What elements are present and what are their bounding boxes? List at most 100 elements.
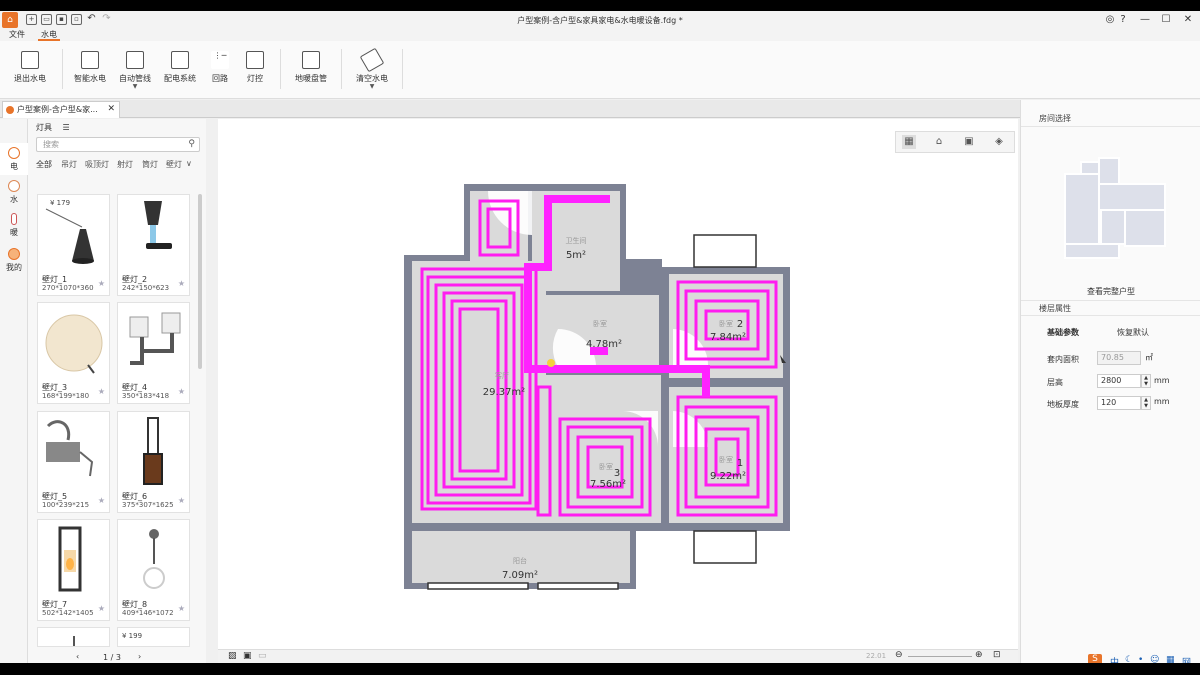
inner-area-unit: ㎡ <box>1145 353 1153 362</box>
favorite-star-icon[interactable]: ★ <box>98 387 105 396</box>
product-card[interactable]: ¥ 199 <box>117 627 190 647</box>
product-card[interactable]: 壁灯_7 502*142*1405 ★ <box>37 519 110 621</box>
room-label: 卧室 <box>719 455 733 464</box>
floor-thickness-field[interactable]: 120 <box>1097 396 1141 410</box>
close-tab-icon[interactable]: ✕ <box>107 102 115 117</box>
favorite-star-icon[interactable]: ★ <box>178 279 185 288</box>
base-params-label: 基础参数 <box>1047 328 1079 337</box>
next-page-icon[interactable]: › <box>138 652 141 661</box>
ribbon-divider <box>280 49 281 89</box>
category-wall[interactable]: 壁灯 <box>166 159 182 170</box>
product-card[interactable]: 壁灯_4 350*183*418 ★ <box>117 302 190 404</box>
moon-icon[interactable]: ☾ <box>1125 655 1133 663</box>
help-icon[interactable]: ? <box>1116 13 1130 27</box>
chevron-down-icon[interactable]: ∨ <box>186 159 192 168</box>
search-icon[interactable]: ⚲ <box>188 138 195 151</box>
ime-chinese-icon[interactable]: 中 <box>1110 655 1119 663</box>
category-downlight[interactable]: 筒灯 <box>142 159 158 170</box>
light-control-button[interactable]: 灯控 <box>230 49 280 95</box>
product-card[interactable]: 壁灯_2 242*150*623 ★ <box>117 194 190 296</box>
manifold-marker[interactable] <box>547 359 555 367</box>
keyboard-icon[interactable]: ▦ <box>1166 655 1175 663</box>
zoom-in-icon[interactable]: ⊕ <box>975 650 983 660</box>
product-card[interactable]: 壁灯_5 100*239*215 ★ <box>37 411 110 513</box>
room-thumbnail[interactable] <box>1061 150 1171 260</box>
minimize-icon[interactable]: — <box>1138 13 1152 27</box>
favorite-star-icon[interactable]: ★ <box>98 496 105 505</box>
clear-water-electric-button[interactable]: 清空水电 ▼ <box>347 47 397 95</box>
floor-height-stepper[interactable]: ▲ ▼ <box>1141 374 1151 388</box>
product-price: ¥ 179 <box>50 199 71 207</box>
sogou-ime-icon[interactable]: S <box>1088 654 1102 663</box>
restore-default-button[interactable]: 恢复默认 <box>1117 327 1149 338</box>
search-input[interactable]: 搜索 ⚲ <box>36 137 200 152</box>
product-card[interactable] <box>37 627 110 647</box>
close-icon[interactable]: ✕ <box>1181 13 1195 27</box>
exit-water-electric-button[interactable]: 退出水电 <box>5 49 55 95</box>
list-menu-icon[interactable]: ☰ <box>63 123 70 132</box>
floor-height-field[interactable]: 2800 <box>1097 374 1141 388</box>
hatch-icon[interactable]: ▨ <box>228 651 237 661</box>
category-all[interactable]: 全部 <box>36 159 52 170</box>
electric-icon <box>8 147 20 159</box>
user-icon[interactable]: ◎ <box>1103 13 1117 27</box>
tab-mine[interactable]: 我的 <box>0 244 28 276</box>
smart-label: 智能水电 <box>74 74 106 83</box>
exit-label: 退出水电 <box>14 74 46 83</box>
product-card[interactable]: 壁灯_6 375*307*1625 ★ <box>117 411 190 513</box>
snap-icon[interactable]: ▣ <box>243 651 252 661</box>
smart-water-electric-button[interactable]: 智能水电 <box>65 49 115 95</box>
zoom-out-icon[interactable]: ⊖ <box>895 650 903 660</box>
favorite-star-icon[interactable]: ★ <box>98 604 105 613</box>
dropdown-arrow-icon: ▼ <box>132 83 138 90</box>
network-icon[interactable]: 网 <box>1182 655 1191 663</box>
tab-heating[interactable]: 暖 <box>0 209 28 241</box>
favorite-star-icon[interactable]: ★ <box>98 279 105 288</box>
tab-electric[interactable]: 电 <box>0 143 28 175</box>
tab-water[interactable]: 水 <box>0 176 28 208</box>
category-pendant[interactable]: 吊灯 <box>61 159 77 170</box>
view-full-plan-button[interactable]: 查看完整户型 <box>1087 286 1135 297</box>
prev-page-icon[interactable]: ‹ <box>76 652 79 661</box>
app-window: ⌂ + ▭ ▪ ▫ ↶ ↷ 户型案例-含户型&家具家电&水电暖设备.fdg * … <box>0 11 1200 663</box>
circuit-number: 3 <box>614 468 620 479</box>
floor-thickness-stepper[interactable]: ▲ ▼ <box>1141 396 1151 410</box>
title-bar: ⌂ + ▭ ▪ ▫ ↶ ↷ 户型案例-含户型&家具家电&水电暖设备.fdg * … <box>0 11 1200 29</box>
product-card[interactable]: 壁灯_3 168*199*180 ★ <box>37 302 110 404</box>
pagination: ‹ 1 / 3 › <box>73 651 173 663</box>
category-spot[interactable]: 射灯 <box>117 159 133 170</box>
plan-view-icon[interactable]: ▦ <box>902 135 916 149</box>
ribbon-divider <box>402 49 403 89</box>
image-icon[interactable]: ▭ <box>258 651 267 661</box>
fit-view-icon[interactable]: ⊡ <box>993 650 1001 660</box>
favorite-star-icon[interactable]: ★ <box>178 496 185 505</box>
auto-pipe-button[interactable]: 自动管线 ▼ <box>110 49 160 95</box>
menu-water-electric[interactable]: 水电 <box>38 29 60 41</box>
floor-plan[interactable]: 卫生间 5m² 卧室 4.78m² 客厅 29.37m² 卧室 7.84m² 卧… <box>218 119 1018 649</box>
category-ceiling[interactable]: 吸顶灯 <box>85 159 109 170</box>
product-card[interactable]: 壁灯_8 409*146*1072 ★ <box>117 519 190 621</box>
favorite-star-icon[interactable]: ★ <box>178 387 185 396</box>
floor-heating-coil-button[interactable]: 地暖盘管 <box>286 49 336 95</box>
search-placeholder: 搜索 <box>43 140 59 149</box>
3d-view-icon[interactable]: ◈ <box>992 135 1006 149</box>
document-tab[interactable]: 户型案例-含户型&家... ✕ <box>2 101 120 118</box>
product-size: 168*199*180 <box>42 392 90 400</box>
catalog-scrollbar[interactable] <box>198 194 202 369</box>
property-panel: 房间选择 查看完整户型 楼层属性 基础参数 恢复默认 套内面积 70.85 ㎡ … <box>1020 100 1200 663</box>
zoom-slider[interactable] <box>908 656 972 657</box>
favorite-star-icon[interactable]: ★ <box>178 604 185 613</box>
emoji-icon[interactable]: ☺ <box>1150 655 1159 663</box>
product-size: 409*146*1072 <box>122 609 174 617</box>
room-area: 5m² <box>566 250 586 261</box>
menu-file[interactable]: 文件 <box>6 29 28 41</box>
dropdown-arrow-icon: ▼ <box>369 83 375 90</box>
room-area: 9.22m² <box>710 471 746 482</box>
ribbon-divider <box>341 49 342 89</box>
dot-icon[interactable]: • <box>1138 655 1143 663</box>
wall-view-icon[interactable]: ▣ <box>962 135 976 149</box>
maximize-icon[interactable]: ☐ <box>1159 13 1173 27</box>
product-card[interactable]: ¥ 179 壁灯_1 270*1070*360 ★ <box>37 194 110 296</box>
design-canvas[interactable]: 卫生间 5m² 卧室 4.78m² 客厅 29.37m² 卧室 7.84m² 卧… <box>218 119 1018 649</box>
room-view-icon[interactable]: ⌂ <box>932 135 946 149</box>
